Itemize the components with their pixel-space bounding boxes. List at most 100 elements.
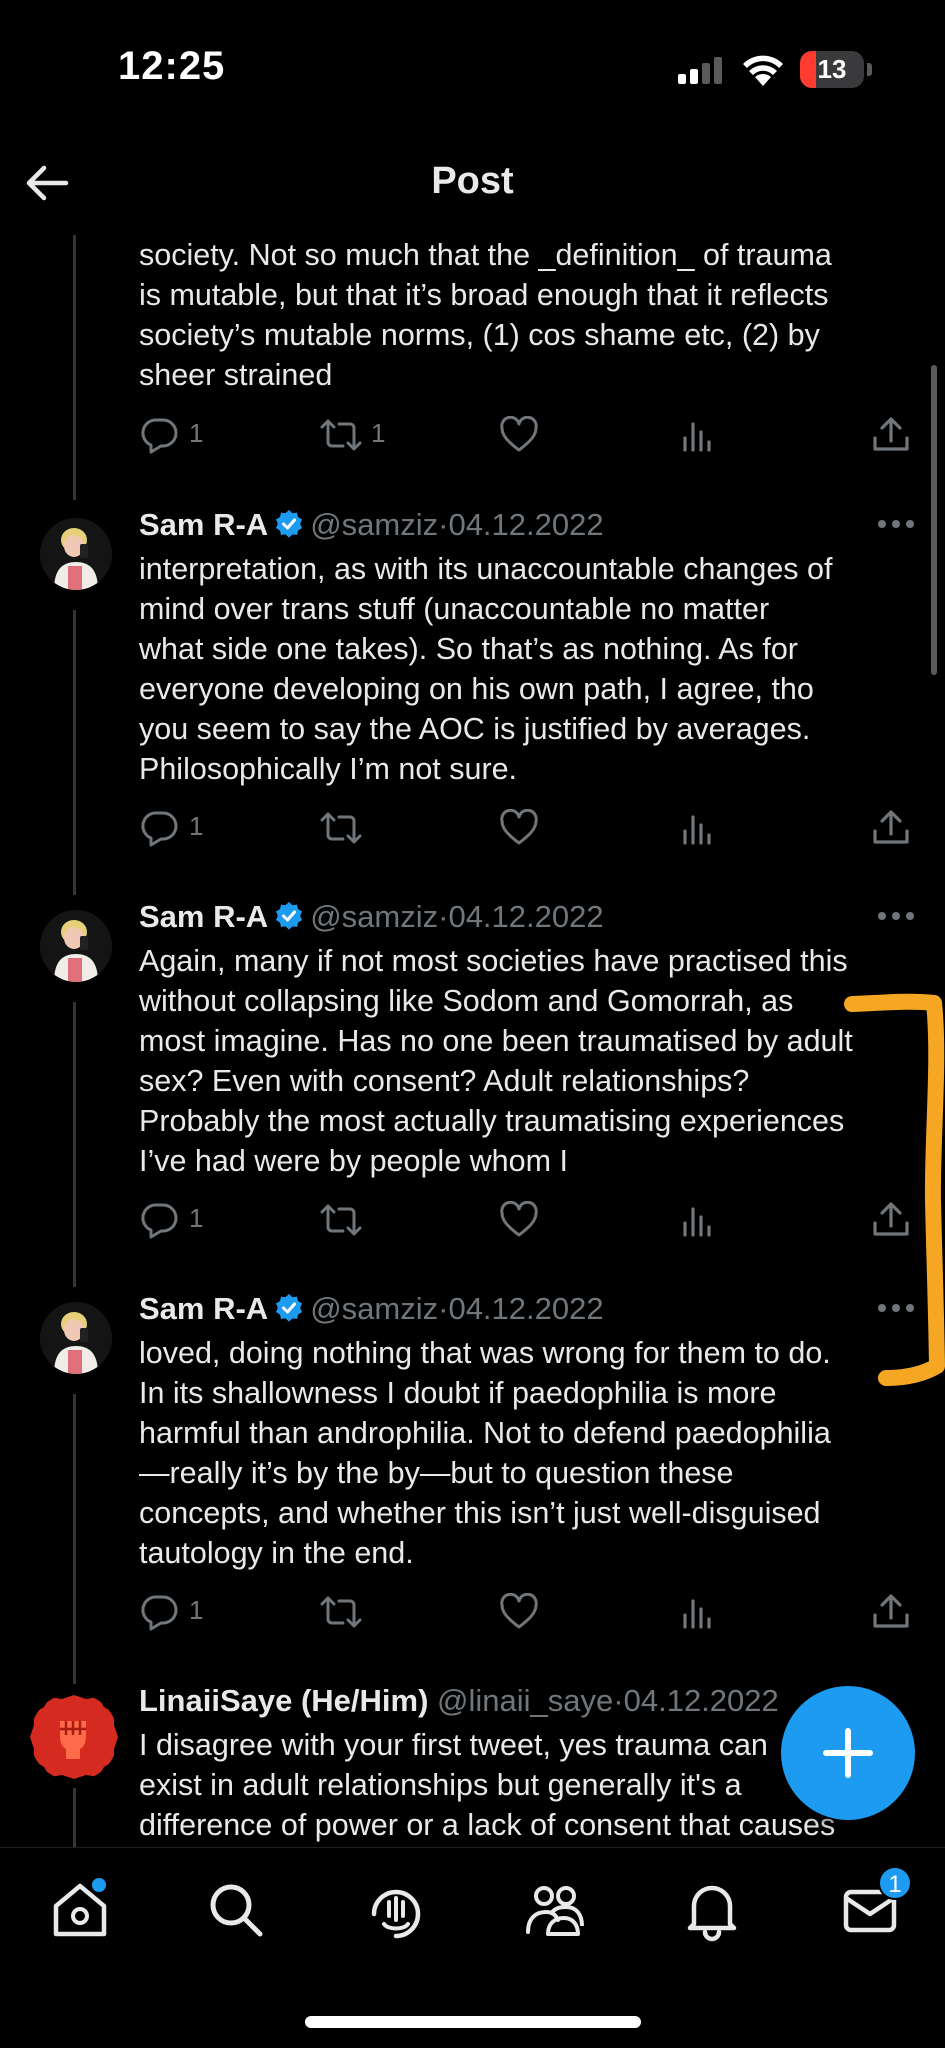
more-icon[interactable] — [876, 1302, 916, 1314]
share-icon — [873, 810, 909, 844]
tweet-header: Sam R-A @samziz·04.12.2022 — [139, 507, 604, 543]
header: Post — [0, 130, 945, 235]
repost-icon — [320, 812, 362, 844]
timestamp[interactable]: 04.12.2022 — [448, 507, 603, 542]
separator: · — [438, 507, 449, 542]
avatar[interactable] — [40, 1302, 112, 1374]
scrollbar[interactable] — [931, 365, 937, 675]
text-line: most imagine. Has no one been traumatise… — [139, 1024, 853, 1058]
text-line: Probably the most actually traumatising … — [139, 1104, 845, 1138]
separator: · — [438, 899, 449, 934]
text-line: mind over trans stuff (unaccountable no … — [139, 592, 770, 626]
reply-icon — [141, 418, 178, 454]
verified-badge-icon — [276, 510, 303, 538]
nav-messages[interactable]: 1 — [838, 1866, 912, 1942]
text-line: Philosophically I’m not sure. — [139, 752, 518, 786]
tweet-text: loved, doing nothing that was wrong for … — [139, 1333, 909, 1573]
nav-home[interactable] — [48, 1878, 112, 1942]
timestamp[interactable]: 04.12.2022 — [624, 1683, 779, 1718]
text-line: sex? Even with consent? Adult relationsh… — [139, 1064, 750, 1098]
display-name[interactable]: Sam R-A — [139, 507, 268, 542]
share-icon — [873, 1202, 909, 1236]
notifications-icon — [687, 1885, 737, 1942]
text-line: what side one takes). So that’s as nothi… — [139, 632, 798, 666]
text-line: interpretation, as with its unaccountabl… — [139, 552, 833, 586]
tweet-header: Sam R-A @samziz·04.12.2022 — [139, 1291, 604, 1327]
cellular-signal-icon — [678, 57, 722, 84]
reply-icon — [141, 1203, 178, 1239]
compose-button[interactable] — [781, 1686, 915, 1820]
more-icon[interactable] — [876, 518, 916, 530]
text-line: loved, doing nothing that was wrong for … — [139, 1336, 831, 1370]
tweet-text: Again, many if not most societies have p… — [139, 941, 909, 1181]
views-icon — [683, 422, 711, 452]
heart-icon — [500, 809, 538, 845]
nav-notifications[interactable] — [680, 1878, 744, 1942]
reply-icon — [141, 1595, 178, 1631]
wifi-icon — [743, 55, 783, 86]
battery-indicator: 13 — [800, 51, 864, 88]
text-line: concepts, and whether this isn’t just we… — [139, 1496, 821, 1530]
post-thread[interactable]: society. Not so much that the _definitio… — [0, 235, 945, 1847]
avatar[interactable] — [40, 518, 112, 590]
text-line: without collapsing like Sodom and Gomorr… — [139, 984, 794, 1018]
reply-count: 1 — [189, 811, 204, 841]
display-name[interactable]: Sam R-A — [139, 1291, 268, 1326]
tweet-actions: 1 — [139, 1197, 909, 1243]
avatar[interactable] — [40, 910, 112, 982]
page-title: Post — [431, 160, 514, 202]
nav-search[interactable] — [204, 1878, 268, 1942]
display-name[interactable]: Sam R-A — [139, 899, 268, 934]
reply-count: 1 — [189, 418, 204, 448]
status-bar: 12:25 13 — [0, 0, 945, 130]
views-icon — [683, 1599, 711, 1629]
text-line: is mutable, but that it’s broad enough t… — [139, 278, 829, 312]
handle[interactable]: @samziz — [310, 507, 438, 542]
more-icon[interactable] — [876, 910, 916, 922]
tweet-actions: 1 1 — [139, 412, 909, 458]
messages-badge: 1 — [878, 1866, 912, 1900]
status-time: 12:25 — [118, 44, 226, 88]
handle[interactable]: @samziz — [310, 899, 438, 934]
text-line: In its shallowness I doubt if paedophili… — [139, 1376, 777, 1410]
text-line: —really it’s by the by—but to question t… — [139, 1456, 734, 1490]
reply-count: 1 — [189, 1595, 204, 1625]
share-icon — [873, 417, 909, 451]
battery-level: 13 — [817, 54, 847, 84]
search-icon — [210, 1884, 263, 1937]
text-line: tautology in the end. — [139, 1536, 414, 1570]
timestamp[interactable]: 04.12.2022 — [448, 899, 603, 934]
avatar[interactable] — [30, 1693, 118, 1781]
spaces-icon — [371, 1889, 421, 1939]
nav-communities[interactable] — [522, 1878, 586, 1942]
plus-icon — [823, 1728, 873, 1778]
text-line: you seem to say the AOC is justified by … — [139, 712, 811, 746]
repost-icon — [320, 1204, 362, 1236]
separator: · — [438, 1291, 449, 1326]
tweet-header: Sam R-A @samziz·04.12.2022 — [139, 899, 604, 935]
tweet-header: LinaiiSaye (He/Him) @linaii_saye·04.12.2… — [139, 1683, 779, 1719]
text-line: harmful than androphilia. Not to defend … — [139, 1416, 831, 1450]
repost-icon — [320, 419, 362, 451]
heart-icon — [500, 1593, 538, 1629]
display-name[interactable]: LinaiiSaye (He/Him) — [139, 1683, 428, 1718]
home-indicator[interactable] — [305, 2016, 641, 2028]
repost-icon — [320, 1596, 362, 1628]
verified-badge-icon — [276, 902, 303, 930]
heart-icon — [500, 416, 538, 452]
views-icon — [683, 1207, 711, 1237]
text-line: society’s mutable norms, (1) cos shame e… — [139, 318, 820, 352]
handle[interactable]: @linaii_saye — [437, 1683, 613, 1718]
handle[interactable]: @samziz — [310, 1291, 438, 1326]
views-icon — [683, 815, 711, 845]
nav-spaces[interactable] — [364, 1878, 428, 1942]
tweet-text: society. Not so much that the _definitio… — [139, 235, 909, 395]
repost-count: 1 — [371, 418, 386, 448]
timestamp[interactable]: 04.12.2022 — [448, 1291, 603, 1326]
tweet-actions: 1 — [139, 1589, 909, 1635]
communities-icon — [526, 1886, 584, 1936]
text-line: sheer strained — [139, 358, 333, 392]
text-line: Again, many if not most societies have p… — [139, 944, 848, 978]
tweet-actions: 1 — [139, 805, 909, 851]
reply-count: 1 — [189, 1203, 204, 1233]
